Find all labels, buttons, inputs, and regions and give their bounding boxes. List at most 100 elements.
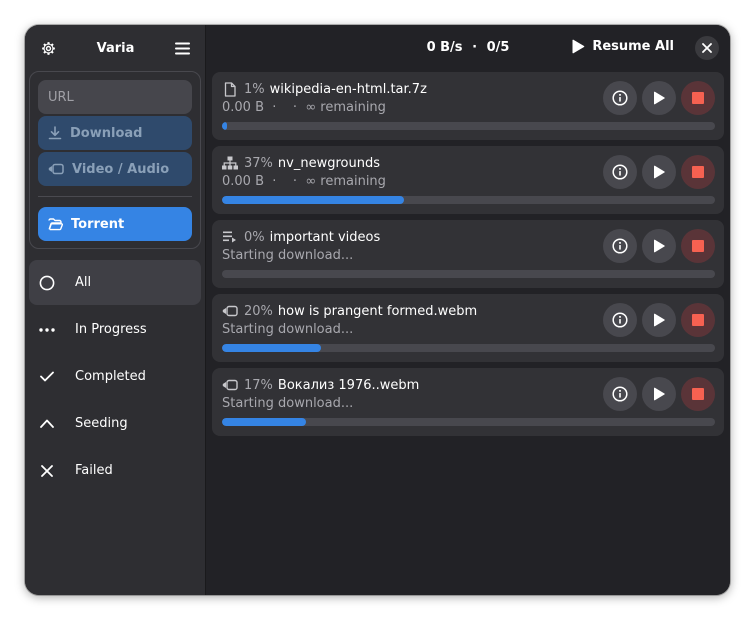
main-header: 0 B/s · 0/5 Resume All (206, 25, 730, 71)
circle-icon (39, 275, 55, 291)
download-item: 20% how is prangent formed.webm Starting… (212, 294, 724, 362)
download-button[interactable]: Download (38, 116, 192, 150)
play-icon (572, 39, 585, 54)
download-item: 17% Вокализ 1976..webm Starting download… (212, 368, 724, 436)
resume-all-label: Resume All (592, 39, 674, 54)
play-icon (654, 165, 665, 179)
video-icon (222, 377, 238, 393)
stop-icon (692, 314, 704, 326)
video-audio-button[interactable]: Video / Audio (38, 152, 192, 186)
torrent-button-label: Torrent (71, 216, 125, 232)
info-button[interactable] (603, 155, 637, 189)
progress-fill (222, 418, 306, 426)
resume-button[interactable] (642, 303, 676, 337)
download-item: 37% nv_newgrounds 0.00 B · · ∞ remaining (212, 146, 724, 214)
stop-button[interactable] (681, 155, 715, 189)
network-icon (222, 155, 238, 171)
download-list: 1% wikipedia-en-html.tar.7z 0.00 B · · ∞… (212, 72, 724, 442)
download-percent: 17% (244, 377, 273, 393)
stop-button[interactable] (681, 303, 715, 337)
download-percent: 1% (244, 81, 265, 97)
hamburger-menu-icon[interactable] (174, 39, 192, 57)
resume-button[interactable] (642, 81, 676, 115)
info-button[interactable] (603, 303, 637, 337)
info-button[interactable] (603, 81, 637, 115)
stop-button[interactable] (681, 229, 715, 263)
info-icon (612, 164, 628, 180)
resume-button[interactable] (642, 377, 676, 411)
filter-all[interactable]: All (29, 260, 201, 305)
close-button[interactable] (695, 36, 719, 60)
progress-fill (222, 344, 321, 352)
play-icon (654, 313, 665, 327)
url-input[interactable] (38, 80, 192, 114)
download-speed: 0 B/s (426, 40, 463, 55)
dots-icon (39, 322, 55, 338)
download-button-label: Download (70, 125, 143, 141)
download-icon (48, 126, 62, 140)
filter-failed[interactable]: Failed (29, 448, 201, 493)
video-audio-button-label: Video / Audio (72, 161, 170, 177)
resume-button[interactable] (642, 229, 676, 263)
torrent-button[interactable]: Torrent (38, 207, 192, 241)
resume-button[interactable] (642, 155, 676, 189)
gear-icon[interactable] (39, 39, 57, 57)
download-title: 0% important videos (222, 229, 380, 245)
download-actions (598, 155, 715, 189)
add-panel-divider (38, 196, 192, 197)
info-icon (612, 312, 628, 328)
download-title: 37% nv_newgrounds (222, 155, 380, 171)
filter-in-progress[interactable]: In Progress (29, 307, 201, 352)
filter-label: In Progress (75, 322, 147, 337)
download-percent: 0% (244, 229, 265, 245)
download-count: 0/5 (486, 40, 510, 55)
progress-bar (222, 122, 715, 130)
stop-button[interactable] (681, 377, 715, 411)
download-title: 1% wikipedia-en-html.tar.7z (222, 81, 427, 97)
chevron-up-icon (39, 416, 55, 432)
filter-seeding[interactable]: Seeding (29, 401, 201, 446)
play-icon (654, 387, 665, 401)
main-panel: 0 B/s · 0/5 Resume All 1% wikipedia-en-h… (205, 25, 730, 595)
progress-fill (222, 196, 405, 204)
info-button[interactable] (603, 377, 637, 411)
download-actions (598, 377, 715, 411)
progress-bar (222, 418, 715, 426)
stop-icon (692, 240, 704, 252)
x-icon (39, 463, 55, 479)
video-icon (222, 303, 238, 319)
download-name: Вокализ 1976..webm (277, 377, 420, 393)
info-icon (612, 238, 628, 254)
download-item: 0% important videos Starting download... (212, 220, 724, 288)
info-icon (612, 90, 628, 106)
stop-button[interactable] (681, 81, 715, 115)
filter-completed[interactable]: Completed (29, 354, 201, 399)
download-name: nv_newgrounds (277, 155, 380, 171)
progress-bar (222, 196, 715, 204)
filter-label: All (75, 275, 92, 290)
add-download-panel: Download Video / Audio Torrent (29, 71, 201, 249)
app-title: Varia (96, 40, 135, 56)
file-icon (222, 81, 238, 97)
stop-icon (692, 388, 704, 400)
sidebar-header: Varia (25, 25, 205, 71)
download-name: wikipedia-en-html.tar.7z (269, 81, 427, 97)
download-percent: 37% (244, 155, 273, 171)
app-window: Varia Download (25, 25, 730, 595)
close-icon (702, 43, 712, 53)
download-title: 20% how is prangent formed.webm (222, 303, 477, 319)
info-button[interactable] (603, 229, 637, 263)
download-item: 1% wikipedia-en-html.tar.7z 0.00 B · · ∞… (212, 72, 724, 140)
sidebar: Varia Download (25, 25, 205, 595)
stop-icon (692, 166, 704, 178)
download-actions (598, 303, 715, 337)
playlist-icon (222, 229, 238, 245)
download-status: Starting download... (222, 248, 354, 263)
progress-fill (222, 122, 227, 130)
folder-open-icon (48, 217, 63, 230)
download-status: 0.00 B · · ∞ remaining (222, 100, 386, 115)
filter-list: All In Progress Completed Seeding Failed (29, 260, 201, 495)
filter-label: Failed (75, 463, 113, 478)
resume-all-button[interactable]: Resume All (571, 39, 674, 54)
check-icon (39, 369, 55, 385)
